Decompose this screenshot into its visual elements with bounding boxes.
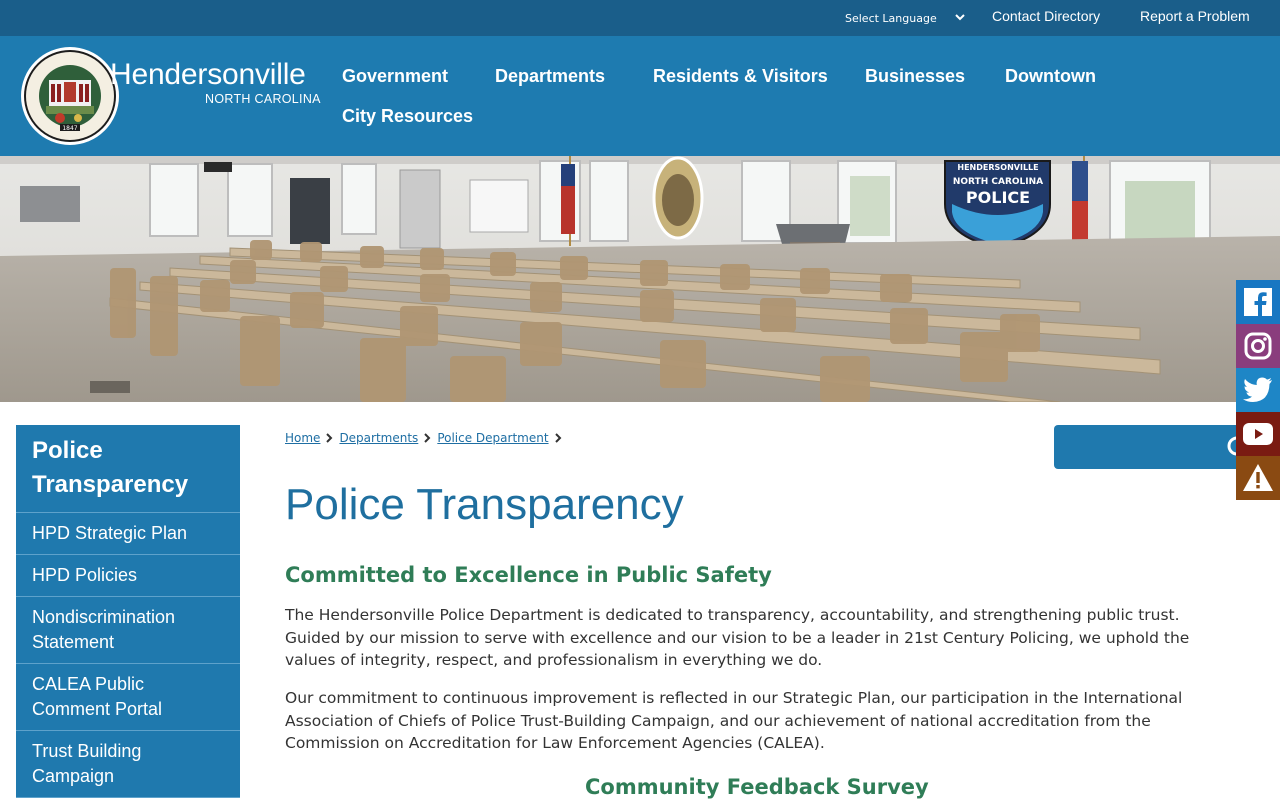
language-select-label: Select Language <box>845 11 937 25</box>
site-header: 1847 Hendersonville NORTH CAROLINA Gover… <box>0 36 1280 156</box>
page-title: Police Transparency <box>285 480 684 529</box>
site-brand[interactable]: Hendersonville NORTH CAROLINA <box>110 58 320 106</box>
section-heading: Committed to Excellence in Public Safety <box>285 563 772 587</box>
site-state: NORTH CAROLINA <box>205 92 321 106</box>
site-name: Hendersonville <box>110 58 306 91</box>
report-alert-link[interactable] <box>1236 456 1280 500</box>
survey-heading: Community Feedback Survey <box>585 775 929 799</box>
commitment-paragraph: Our commitment to continuous improvement… <box>285 689 1183 752</box>
sidebar-item-calea-portal[interactable]: CALEA Public Comment Portal <box>16 664 240 731</box>
breadcrumb-home[interactable]: Home <box>285 431 320 445</box>
breadcrumb-police-department[interactable]: Police Department <box>437 431 548 445</box>
svg-text:1847: 1847 <box>62 125 77 132</box>
sidebar-title[interactable]: Police Transparency <box>16 425 240 513</box>
instagram-icon <box>1244 332 1272 360</box>
chevron-down-icon <box>955 14 965 21</box>
youtube-link[interactable] <box>1236 412 1280 456</box>
city-seal-logo[interactable]: 1847 <box>20 46 120 146</box>
search-button[interactable] <box>1054 425 1254 469</box>
nav-government[interactable]: Government <box>342 66 448 87</box>
report-problem-link[interactable]: Report a Problem <box>1140 8 1250 24</box>
nav-businesses[interactable]: Businesses <box>865 66 965 87</box>
sidebar-item-trust-building[interactable]: Trust Building Campaign <box>16 731 240 798</box>
hero-banner: HENDERSONVILLE NORTH CAROLINA POLICE <box>0 156 1280 402</box>
youtube-icon <box>1243 423 1273 445</box>
section-sidebar: Police Transparency HPD Strategic Plan H… <box>16 425 240 798</box>
alert-icon <box>1243 464 1273 491</box>
nav-city-resources[interactable]: City Resources <box>342 106 473 127</box>
chevron-right-icon <box>424 433 431 443</box>
hero-image: HENDERSONVILLE NORTH CAROLINA POLICE <box>0 156 1280 402</box>
sidebar-item-strategic-plan[interactable]: HPD Strategic Plan <box>16 513 240 555</box>
facebook-icon <box>1244 288 1272 316</box>
twitter-icon <box>1243 377 1272 402</box>
nav-residents-visitors[interactable]: Residents & Visitors <box>653 66 828 87</box>
sidebar-item-nondiscrimination[interactable]: Nondiscrimination Statement <box>16 597 240 664</box>
sidebar-item-policies[interactable]: HPD Policies <box>16 555 240 597</box>
chevron-right-icon <box>554 433 561 443</box>
contact-directory-link[interactable]: Contact Directory <box>992 8 1100 24</box>
breadcrumb-departments[interactable]: Departments <box>339 431 418 445</box>
utility-bar: Select Language Contact Directory Report… <box>0 0 1280 36</box>
svg-text:POLICE: POLICE <box>966 188 1030 207</box>
instagram-link[interactable] <box>1236 324 1280 368</box>
nav-downtown[interactable]: Downtown <box>1005 66 1096 87</box>
chevron-right-icon <box>326 433 333 443</box>
intro-paragraph: The Hendersonville Police Department is … <box>285 606 1190 669</box>
twitter-link[interactable] <box>1236 368 1280 412</box>
language-select[interactable]: Select Language <box>845 8 970 28</box>
svg-text:NORTH CAROLINA: NORTH CAROLINA <box>953 177 1043 187</box>
breadcrumb: Home Departments Police Department <box>285 431 568 445</box>
nav-departments[interactable]: Departments <box>495 66 605 87</box>
svg-text:HENDERSONVILLE: HENDERSONVILLE <box>957 163 1038 172</box>
facebook-link[interactable] <box>1236 280 1280 324</box>
